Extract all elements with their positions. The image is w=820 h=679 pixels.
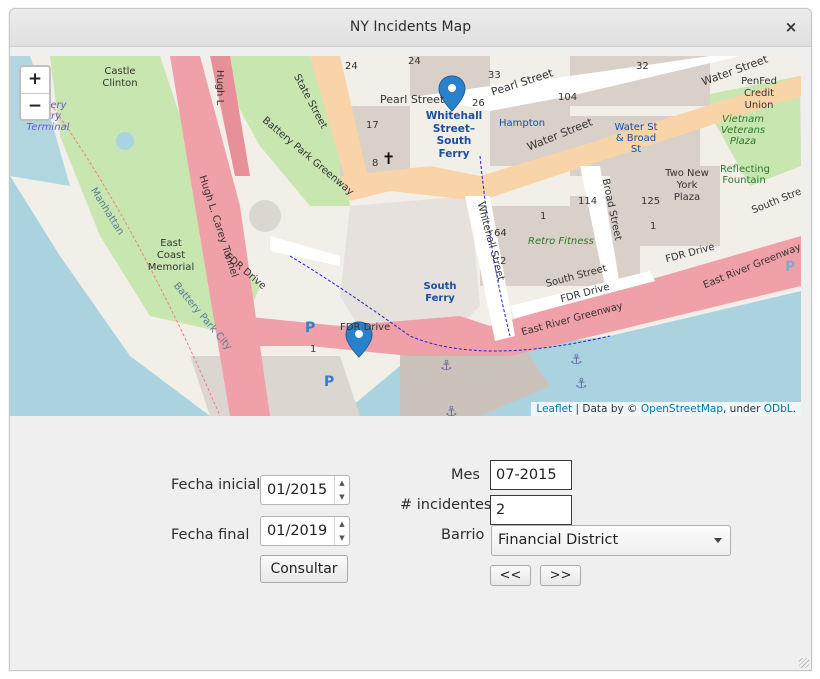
increment-icon[interactable]: ▲: [335, 476, 349, 490]
svg-text:P: P: [305, 320, 315, 336]
svg-text:P: P: [324, 374, 334, 390]
incidentes-value: 2: [496, 502, 506, 518]
map-label-retro-fitness: Retro Fitness: [528, 236, 594, 247]
osm-link[interactable]: OpenStreetMap: [641, 403, 723, 415]
map-view[interactable]: P P P ⚓ ⚓ ⚓ ⚓ ✝ Pearl Street Pearl Stree…: [10, 56, 801, 416]
mes-field[interactable]: 07-2015: [490, 460, 572, 490]
map-label-hugh-l: Hugh L: [214, 69, 226, 106]
barrio-select[interactable]: Financial District: [491, 525, 731, 556]
barrio-label: Barrio: [441, 527, 485, 543]
fecha-final-arrows[interactable]: ▲ ▼: [334, 517, 349, 545]
map-number: 114: [578, 196, 598, 207]
map-label-fdr-drive-2: FDR Drive: [340, 322, 391, 333]
svg-text:⚓: ⚓: [440, 358, 453, 374]
decrement-icon[interactable]: ▼: [335, 490, 349, 504]
map-number: 24: [345, 61, 358, 72]
map-attribution: Leaflet | Data by © OpenStreetMap, under…: [531, 402, 801, 416]
window-title: NY Incidents Map: [349, 19, 472, 35]
fecha-inicial-arrows[interactable]: ▲ ▼: [334, 476, 349, 504]
close-button[interactable]: ×: [781, 17, 801, 37]
map-label-castle-clinton: Castle Clinton: [102, 66, 138, 89]
map-label-water-broad: Water St & Broad St: [614, 122, 658, 155]
fecha-final-value: 01/2019: [267, 523, 328, 539]
svg-text:✝: ✝: [382, 149, 395, 168]
title-bar: NY Incidents Map ×: [10, 9, 811, 47]
map-label-penfed: PenFed Credit Union: [741, 76, 777, 111]
incidentes-label: # incidentes: [400, 497, 492, 513]
chevron-down-icon: [714, 538, 722, 543]
map-number: 17: [366, 120, 379, 131]
decrement-icon[interactable]: ▼: [335, 531, 349, 545]
zoom-out-button[interactable]: −: [21, 94, 49, 120]
zoom-control: + −: [19, 65, 51, 121]
attribution-text: | Data by ©: [575, 403, 638, 415]
map-label-south-ferry: South Ferry: [423, 281, 457, 304]
map-label-east-coast-memorial: East Coast Memorial: [147, 238, 195, 273]
map-number: 2: [500, 256, 507, 267]
leaflet-link[interactable]: Leaflet: [536, 403, 572, 415]
attribution-under: , under: [723, 403, 761, 415]
map-label-reflecting-fountain: Reflecting Fountain: [720, 164, 770, 186]
map-label-hampton: Hampton: [499, 118, 546, 129]
app-window: NY Incidents Map × P P P ⚓ ⚓ ⚓ ⚓ ✝ Pearl…: [9, 8, 812, 671]
map-number: 24: [408, 56, 421, 67]
map-number: 1: [310, 344, 317, 355]
mes-value: 07-2015: [496, 467, 557, 483]
map-number: 125: [641, 196, 661, 207]
map-label-pearl-street-1: Pearl Street: [380, 93, 445, 106]
map-number: 26: [472, 98, 485, 109]
map-number: 8: [372, 158, 379, 169]
incidentes-field[interactable]: 2: [490, 495, 572, 525]
resize-grip[interactable]: [799, 658, 809, 668]
prev-button[interactable]: <<: [490, 565, 531, 586]
svg-text:⚓: ⚓: [445, 404, 458, 416]
map-label-whitehall-station: Whitehall Street–South Ferry: [425, 110, 483, 160]
svg-text:P: P: [785, 259, 795, 275]
map-label-vietnam-plaza: Vietnam Veterans Plaza: [720, 114, 766, 147]
map-number: 32: [636, 61, 649, 72]
map-label-two-ny-plaza: Two New York Plaza: [665, 168, 709, 203]
next-button[interactable]: >>: [540, 565, 581, 586]
map-number: 1: [650, 221, 657, 232]
zoom-in-button[interactable]: +: [21, 67, 49, 94]
attribution-end: .: [792, 403, 796, 415]
mes-label: Mes: [451, 467, 480, 483]
map-tiles: P P P ⚓ ⚓ ⚓ ⚓ ✝: [10, 56, 801, 416]
fecha-inicial-label: Fecha inicial: [171, 477, 261, 493]
map-number: 104: [558, 92, 578, 103]
svg-text:⚓: ⚓: [570, 352, 583, 368]
map-number: 64: [494, 228, 507, 239]
fecha-inicial-spinner[interactable]: 01/2015 ▲ ▼: [260, 475, 350, 505]
increment-icon[interactable]: ▲: [335, 517, 349, 531]
barrio-value: Financial District: [498, 532, 619, 548]
fecha-final-label: Fecha final: [171, 527, 250, 543]
consultar-button[interactable]: Consultar: [260, 555, 348, 583]
fecha-final-spinner[interactable]: 01/2019 ▲ ▼: [260, 516, 350, 546]
map-number: 33: [488, 70, 501, 81]
svg-text:⚓: ⚓: [575, 376, 588, 392]
odbl-link[interactable]: ODbL: [764, 403, 793, 415]
fecha-inicial-value: 01/2015: [267, 482, 328, 498]
map-number: 1: [540, 211, 547, 222]
